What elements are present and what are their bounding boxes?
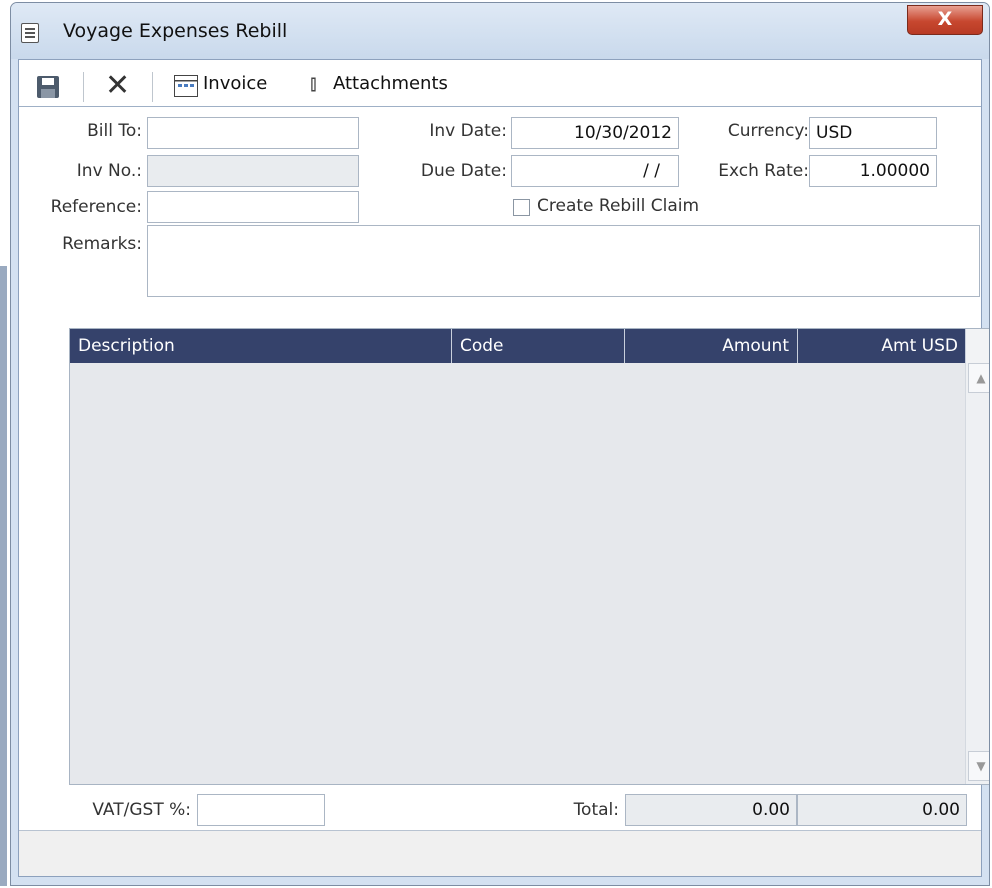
total-amt-usd-field: 0.00: [797, 794, 967, 826]
reference-field[interactable]: [147, 191, 359, 223]
total-amount-field: 0.00: [625, 794, 797, 826]
vertical-scrollbar[interactable]: ▲ ▼: [965, 363, 989, 784]
due-date-label: Due Date:: [420, 161, 507, 181]
dialog-body: ✕ Invoice ⫾ Attachments Bill To: Inv No.…: [18, 59, 989, 877]
bill-to-label: Bill To:: [87, 121, 142, 141]
expenses-grid: Description Code Amount Amt USD ▲ ▼: [69, 328, 989, 785]
invoice-icon[interactable]: [174, 75, 198, 97]
toolbar-separator: [83, 72, 84, 102]
delete-icon[interactable]: ✕: [105, 68, 130, 104]
bill-to-field[interactable]: [147, 117, 359, 149]
remarks-field[interactable]: [147, 225, 980, 297]
currency-label: Currency:: [727, 121, 809, 141]
column-header-amount[interactable]: Amount: [625, 329, 798, 363]
create-rebill-claim-label: Create Rebill Claim: [537, 196, 700, 216]
form-content: Bill To: Inv No.: Reference: Remarks: In…: [19, 107, 989, 830]
toolbar: ✕ Invoice ⫾ Attachments: [19, 60, 981, 107]
grid-header: Description Code Amount Amt USD: [70, 329, 967, 363]
close-icon: X: [937, 8, 953, 30]
title-bar[interactable]: Voyage Expenses Rebill X: [11, 3, 989, 59]
reference-label: Reference:: [50, 197, 142, 217]
total-label: Total:: [573, 800, 619, 820]
status-bar: [19, 830, 981, 876]
exch-rate-field[interactable]: 1.00000: [809, 155, 937, 187]
column-header-amt-usd[interactable]: Amt USD: [798, 329, 967, 363]
inv-no-label: Inv No.:: [76, 161, 142, 181]
column-header-code[interactable]: Code: [452, 329, 625, 363]
grid-header-corner: [965, 329, 989, 363]
column-header-description[interactable]: Description: [70, 329, 452, 363]
create-rebill-claim-checkbox[interactable]: [513, 199, 530, 216]
remarks-label: Remarks:: [62, 234, 142, 254]
window-title: Voyage Expenses Rebill: [63, 20, 288, 42]
vat-gst-field[interactable]: [197, 794, 325, 826]
inv-date-label: Inv Date:: [429, 121, 507, 141]
invoice-button[interactable]: Invoice: [203, 73, 267, 94]
paperclip-icon[interactable]: ⫾: [310, 71, 317, 96]
window-icon: [21, 23, 39, 43]
inv-no-field[interactable]: [147, 155, 359, 187]
close-button[interactable]: X: [907, 5, 983, 35]
exch-rate-label: Exch Rate:: [718, 161, 809, 181]
window-edge-strip: [0, 266, 7, 886]
attachments-button[interactable]: Attachments: [333, 73, 448, 94]
inv-date-field[interactable]: 10/30/2012: [511, 117, 679, 149]
due-date-field[interactable]: / /: [511, 155, 679, 187]
save-icon[interactable]: [37, 76, 59, 98]
scroll-down-icon[interactable]: ▼: [968, 751, 989, 781]
currency-field[interactable]: USD: [809, 117, 937, 149]
scroll-up-icon[interactable]: ▲: [968, 363, 989, 393]
vat-gst-label: VAT/GST %:: [92, 800, 191, 820]
dialog-window: Voyage Expenses Rebill X ✕ Invoice ⫾ Att…: [10, 2, 990, 886]
toolbar-separator: [152, 72, 153, 102]
